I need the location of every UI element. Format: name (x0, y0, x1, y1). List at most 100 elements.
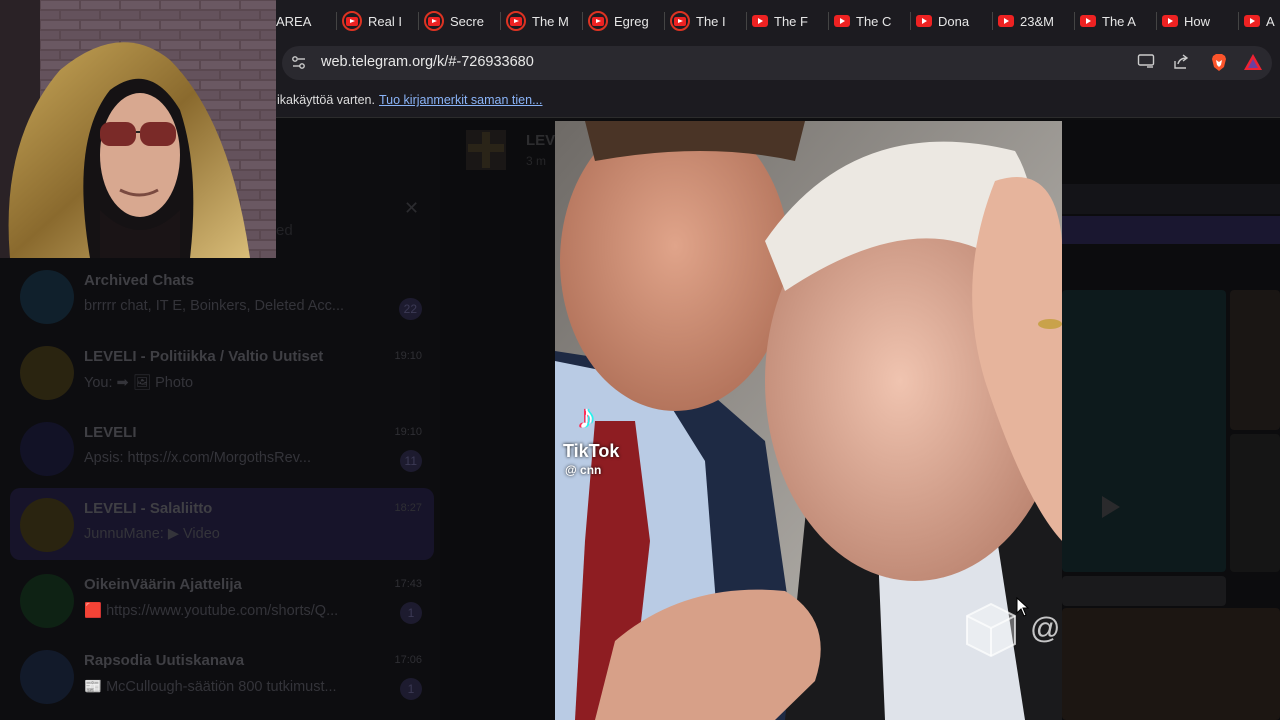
tab-separator (418, 12, 419, 30)
chat-last-message: JunnuMane: ▶ Video (84, 526, 220, 542)
browser-tab[interactable]: Egreg (588, 8, 658, 34)
search-hint: ed (276, 222, 293, 239)
chat-name: LEVELI - Salaliitto (84, 500, 213, 517)
browser-tab[interactable]: The C (834, 8, 904, 34)
chat-avatar (20, 346, 74, 400)
tab-label: Real I (368, 13, 402, 29)
tab-separator (1156, 12, 1157, 30)
chat-list-item[interactable]: OikeinVäärin Ajattelija 🟥 https://www.you… (10, 564, 434, 636)
play-icon[interactable] (1094, 492, 1124, 522)
chat-list-item[interactable]: Rapsodia Uutiskanava 📰 McCullough-säätiön… (10, 640, 434, 712)
chat-avatar (20, 650, 74, 704)
chat-time: 19:10 (394, 350, 422, 362)
browser-tab[interactable]: The A (1080, 8, 1150, 34)
webcam-feed (0, 0, 276, 258)
share-icon[interactable] (1171, 53, 1191, 73)
browser-tab[interactable]: The F (752, 8, 822, 34)
chat-list-item[interactable]: LEVELI Apsis: https://x.com/MorgothsRev..… (10, 412, 434, 484)
browser-tab[interactable]: Dona (916, 8, 986, 34)
unread-badge: 1 (400, 602, 422, 624)
media-thumbnail[interactable] (1230, 290, 1280, 430)
browser-tab[interactable]: A (1244, 8, 1280, 34)
tiktok-brand: TikTok (563, 441, 620, 461)
chat-name: LEVELI - Politiikka / Valtio Uutiset (84, 348, 324, 365)
brave-rewards-icon[interactable] (1243, 53, 1263, 73)
browser-tab[interactable]: How (1162, 8, 1232, 34)
webcam-overlay (0, 0, 276, 258)
mouse-cursor-icon (1016, 596, 1030, 617)
unread-badge: 22 (398, 298, 422, 320)
chat-last-message: brrrrr chat, IT E, Boinkers, Deleted Acc… (84, 298, 345, 314)
youtube-ring-icon (342, 11, 362, 31)
tab-label: The A (1102, 13, 1136, 29)
tab-label: The I (696, 13, 726, 29)
tab-separator (1238, 12, 1239, 30)
youtube-icon (998, 15, 1014, 27)
tab-label: Dona (938, 13, 970, 29)
browser-tab[interactable]: The I (670, 8, 740, 34)
unread-badge: 1 (400, 678, 422, 700)
chat-avatar (20, 498, 74, 552)
tab-label: Secre (450, 13, 484, 29)
tab-separator (500, 12, 501, 30)
media-thumbnail[interactable] (1062, 576, 1226, 606)
youtube-ring-icon (506, 11, 526, 31)
chat-time: 17:43 (394, 578, 422, 590)
chat-name: OikeinVäärin Ajattelija (84, 576, 242, 593)
brave-shield-icon[interactable] (1209, 53, 1229, 73)
chat-last-message: You: ➡ 🖼 Photo (84, 375, 194, 391)
browser-tab[interactable]: 23&M (998, 8, 1068, 34)
top-chat-avatar (466, 130, 506, 170)
chat-name: Archived Chats (84, 272, 195, 289)
tab-separator (582, 12, 583, 30)
youtube-ring-icon (670, 11, 690, 31)
top-chat-subtitle: 3 m (526, 154, 547, 168)
media-thumbnail[interactable] (1230, 434, 1280, 572)
chat-last-message: 🟥 https://www.youtube.com/shorts/Q... (84, 603, 339, 619)
right-panel-header (1062, 184, 1280, 214)
tab-separator (1074, 12, 1075, 30)
chat-time: 17:06 (394, 654, 422, 666)
youtube-icon (752, 15, 768, 27)
browser-tab[interactable]: AREA (276, 8, 326, 34)
tab-label: A (1266, 13, 1275, 29)
chat-time: 19:10 (394, 426, 422, 438)
bookmark-bar-message: ikakäyttöä varten. (277, 93, 375, 107)
site-settings-icon[interactable] (290, 54, 308, 72)
cast-icon[interactable] (1136, 53, 1156, 73)
youtube-icon (834, 15, 850, 27)
chat-list-item[interactable]: LEVELI - Politiikka / Valtio Uutiset You:… (10, 336, 434, 408)
tab-separator (828, 12, 829, 30)
browser-tab[interactable]: Real I (342, 8, 412, 34)
youtube-icon (916, 15, 932, 27)
media-thumbnail[interactable] (1062, 290, 1226, 572)
youtube-icon (1080, 15, 1096, 27)
chat-list-item[interactable]: LEVELI - Salaliitto JunnuMane: ▶ Video 18:… (10, 488, 434, 560)
tab-separator (992, 12, 993, 30)
tab-label: AREA (276, 13, 312, 29)
chat-name: Rapsodia Uutiskanava (84, 652, 245, 669)
tiktok-logo-icon: ♪ (578, 398, 595, 436)
tab-label: 23&M (1020, 13, 1054, 29)
tab-label: Egreg (614, 13, 649, 29)
media-thumbnail[interactable] (1062, 608, 1280, 720)
tab-separator (746, 12, 747, 30)
tab-separator (910, 12, 911, 30)
import-bookmarks-link[interactable]: Tuo kirjanmerkit saman tien... (379, 93, 542, 107)
tab-label: The C (856, 13, 892, 29)
chat-last-message: Apsis: https://x.com/MorgothsRev... (84, 450, 311, 466)
tiktok-handle: @ cnn (565, 463, 602, 477)
url-text[interactable]: web.telegram.org/k/#-726933680 (321, 54, 534, 70)
chat-time: 18:27 (394, 502, 422, 514)
youtube-ring-icon (588, 11, 608, 31)
tab-label: The M (532, 13, 569, 29)
browser-tab[interactable]: The M (506, 8, 576, 34)
close-icon[interactable]: ✕ (404, 198, 419, 219)
watermark-at-icon: @ (1030, 612, 1061, 645)
unread-badge: 11 (399, 450, 422, 472)
tab-label: How (1184, 13, 1211, 29)
browser-tab[interactable]: Secre (424, 8, 494, 34)
tab-separator (336, 12, 337, 30)
watermark-cube-icon (963, 600, 1019, 660)
chat-list-item[interactable]: Archived Chats brrrrr chat, IT E, Boinker… (10, 260, 434, 332)
